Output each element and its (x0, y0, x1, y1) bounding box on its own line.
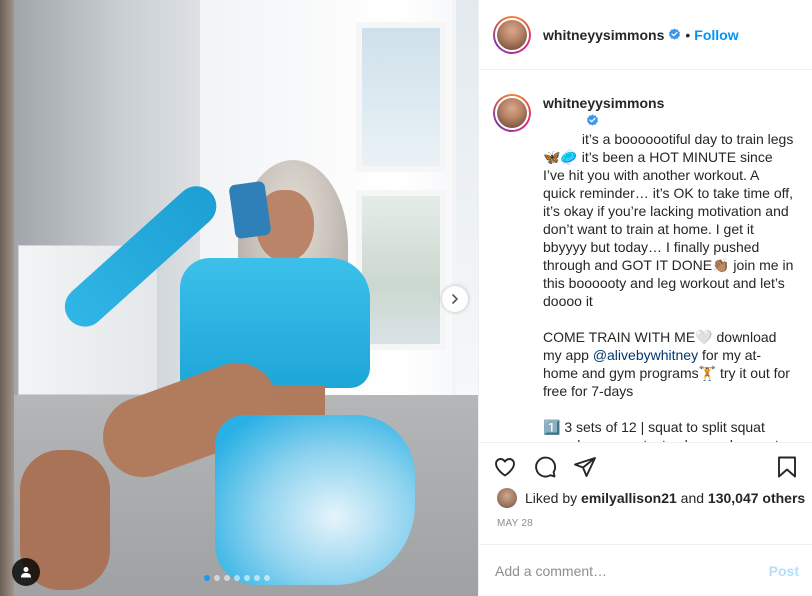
header-separator: • (685, 26, 691, 43)
caption-author-avatar-image (495, 96, 529, 130)
carousel-dot (264, 575, 270, 581)
comment-button[interactable] (533, 455, 557, 479)
carousel-indicator (204, 575, 270, 581)
carousel-dot (234, 575, 240, 581)
liker-avatar[interactable] (497, 488, 517, 508)
carousel-dot (204, 575, 210, 581)
chevron-right-icon (452, 294, 459, 304)
share-button[interactable] (573, 455, 597, 479)
photo-wall-edge (0, 0, 14, 596)
author-avatar-image (495, 17, 529, 52)
photo-phone (228, 180, 272, 240)
caption-author-avatar[interactable] (493, 94, 531, 132)
user-tags-button[interactable] (12, 558, 40, 586)
post-date[interactable]: MAY 28 (497, 518, 533, 529)
share-icon (574, 456, 596, 477)
liked-by-prefix: Liked by (525, 490, 578, 506)
follow-button[interactable]: Follow (694, 27, 738, 43)
post-photo[interactable] (0, 0, 478, 596)
caption-paragraph-1-text: it’s a booooootiful day to train legs 🦋🥏… (543, 131, 798, 309)
mention-link[interactable]: @alivebywhitney (593, 347, 698, 363)
comment-bar: Post (479, 544, 812, 596)
caption-area: whitneyysimmons it’s a booooootiful day … (479, 70, 812, 442)
heart-icon (495, 457, 515, 476)
post-header: whitneyysimmons • Follow (479, 0, 812, 70)
comment-input[interactable] (495, 562, 769, 579)
author-username[interactable]: whitneyysimmons (543, 27, 664, 43)
post-comment-button[interactable]: Post (769, 563, 799, 579)
carousel-dot (214, 575, 220, 581)
caption-paragraph-1: whitneyysimmons it’s a booooootiful day … (543, 94, 795, 310)
photo-window-right (452, 0, 478, 420)
caption-username[interactable]: whitneyysimmons (543, 95, 664, 111)
photo-window-top (356, 22, 446, 172)
photo-person-top (180, 258, 370, 388)
post-side-panel: whitneyysimmons • Follow whitneyysimmons (478, 0, 812, 596)
like-button[interactable] (493, 455, 517, 479)
carousel-dot (254, 575, 260, 581)
likes-summary: Liked by emilyallison21 and 130,047 othe… (497, 488, 805, 508)
bookmark-icon (778, 456, 796, 477)
user-tag-icon (21, 567, 31, 578)
caption-paragraph-2: COME TRAIN WITH ME🤍 download my app @ali… (543, 329, 794, 399)
photo-person-shorts (215, 415, 415, 585)
caption-paragraph-3: 1️⃣ 3 sets of 12 | squat to split squat … (543, 419, 787, 442)
verified-badge-icon (668, 28, 681, 41)
liked-by-user[interactable]: emilyallison21 (581, 490, 677, 506)
liked-by-join: and (680, 490, 705, 506)
likes-count[interactable]: 130,047 others (708, 490, 805, 506)
comment-icon (535, 456, 557, 477)
author-avatar[interactable] (493, 15, 531, 54)
carousel-dot (244, 575, 250, 581)
verified-badge-icon (586, 114, 599, 127)
caption-text: whitneyysimmons it’s a booooootiful day … (543, 94, 795, 442)
save-button[interactable] (775, 455, 799, 479)
action-bar (479, 442, 812, 490)
carousel-next-button[interactable] (442, 286, 468, 312)
carousel-dot (224, 575, 230, 581)
